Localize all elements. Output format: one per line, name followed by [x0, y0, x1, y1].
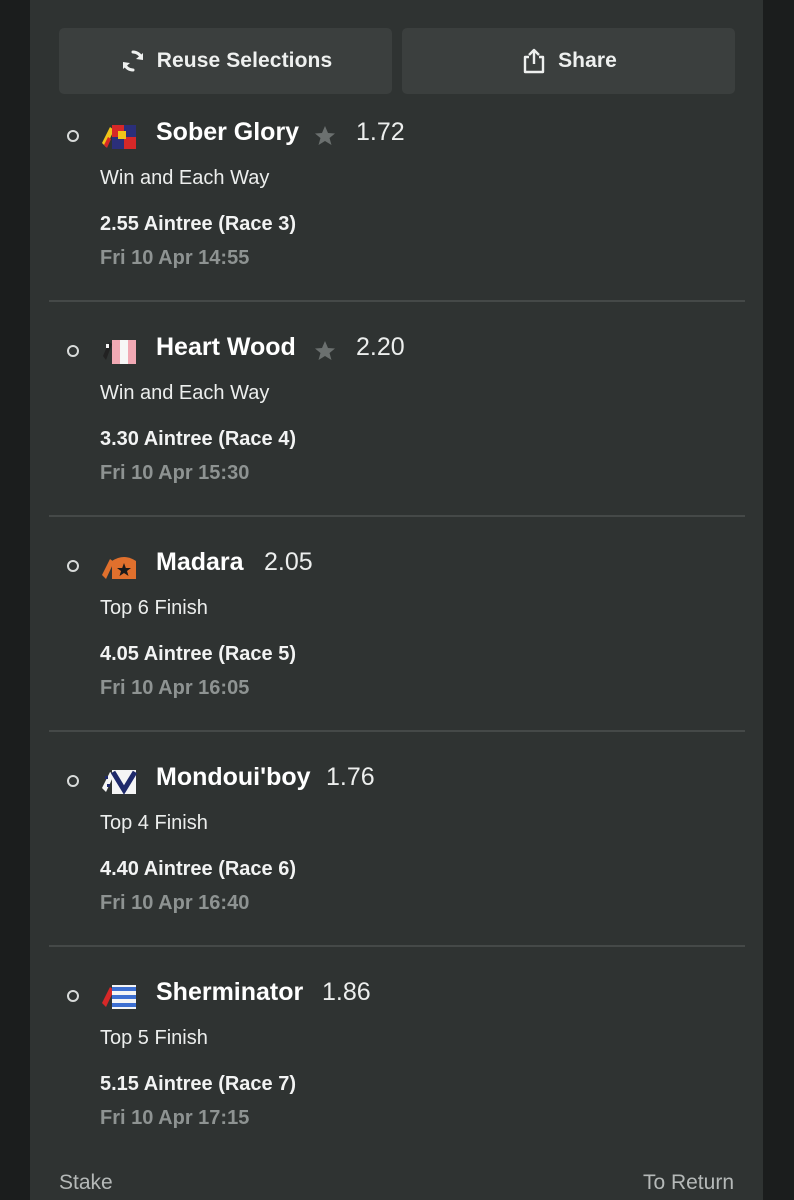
- market-name: Top 6 Finish: [100, 597, 208, 619]
- runner-name: Sherminator: [156, 978, 304, 1006]
- odds-value[interactable]: 2.05: [264, 548, 313, 577]
- share-icon: [520, 47, 548, 75]
- race-time: Fri 10 Apr 16:05: [100, 677, 250, 699]
- selection-radio[interactable]: [67, 130, 79, 142]
- market-name: Win and Each Way: [100, 382, 270, 404]
- race-name: 3.30 Aintree (Race 4): [100, 428, 297, 450]
- selection-radio[interactable]: [67, 775, 79, 787]
- selection-item[interactable]: Madara 2.05 Top 6 Finish 4.05 Aintree (R…: [30, 547, 763, 762]
- market-name: Win and Each Way: [100, 167, 270, 189]
- odds-value[interactable]: 1.86: [322, 978, 371, 1007]
- odds-value[interactable]: 1.72: [356, 118, 405, 147]
- odds-value[interactable]: 1.76: [326, 763, 375, 792]
- race-name: 4.05 Aintree (Race 5): [100, 643, 297, 665]
- runner-name: Sober Glory: [156, 118, 300, 146]
- market-name: Top 4 Finish: [100, 812, 208, 834]
- divider: [49, 945, 745, 947]
- jockey-silk-icon: [100, 336, 138, 366]
- stake-label: Stake: [59, 1171, 113, 1194]
- divider: [49, 730, 745, 732]
- star-icon[interactable]: [313, 124, 337, 148]
- reuse-selections-button[interactable]: Reuse Selections: [59, 28, 392, 94]
- odds-value[interactable]: 2.20: [356, 333, 405, 362]
- to-return-label: To Return: [642, 1171, 734, 1194]
- share-button[interactable]: Share: [402, 28, 735, 94]
- selection-radio[interactable]: [67, 990, 79, 1002]
- race-time: Fri 10 Apr 14:55: [100, 247, 250, 269]
- race-name: 4.40 Aintree (Race 6): [100, 858, 297, 880]
- market-name: Top 5 Finish: [100, 1027, 208, 1049]
- selection-item[interactable]: Sherminator 1.86 Top 5 Finish 5.15 Aintr…: [30, 977, 763, 1192]
- share-label: Share: [558, 49, 617, 72]
- race-name: 5.15 Aintree (Race 7): [100, 1073, 297, 1095]
- selection-item[interactable]: Heart Wood 2.20 Win and Each Way 3.30 Ai…: [30, 332, 763, 547]
- runner-name: Mondoui'boy: [156, 763, 311, 791]
- jockey-silk-icon: [100, 121, 138, 151]
- selection-item[interactable]: Mondoui'boy 1.76 Top 4 Finish 4.40 Aintr…: [30, 762, 763, 977]
- runner-name: Madara: [156, 548, 244, 576]
- refresh-icon: [119, 47, 147, 75]
- reuse-selections-label: Reuse Selections: [156, 49, 333, 72]
- selection-radio[interactable]: [67, 345, 79, 357]
- selection-item[interactable]: Sober Glory 1.72 Win and Each Way 2.55 A…: [30, 117, 763, 332]
- star-icon[interactable]: [313, 339, 337, 363]
- jockey-silk-icon: [100, 981, 138, 1011]
- jockey-silk-icon: [100, 766, 138, 796]
- divider: [49, 300, 745, 302]
- selection-radio[interactable]: [67, 560, 79, 572]
- divider: [49, 515, 745, 517]
- jockey-silk-icon: [100, 551, 138, 581]
- race-name: 2.55 Aintree (Race 3): [100, 213, 297, 235]
- race-time: Fri 10 Apr 17:15: [100, 1107, 250, 1129]
- race-time: Fri 10 Apr 16:40: [100, 892, 250, 914]
- race-time: Fri 10 Apr 15:30: [100, 462, 250, 484]
- runner-name: Heart Wood: [156, 333, 296, 361]
- bet-panel: Reuse Selections Share Sober Glory 1.72 …: [30, 0, 763, 1200]
